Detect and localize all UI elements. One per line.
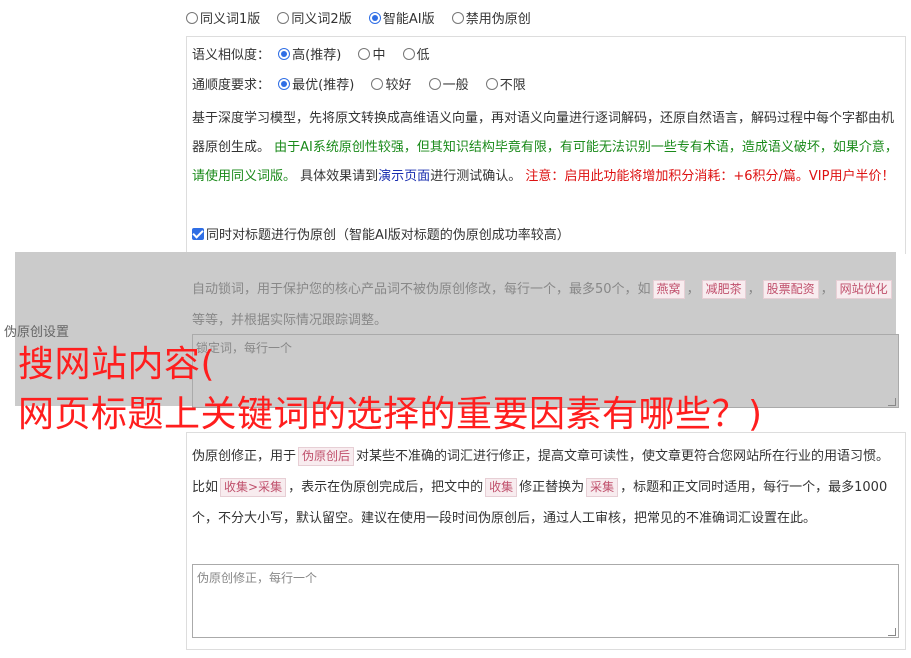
mode-option-synonym-1[interactable]: 同义词1版 bbox=[186, 10, 260, 30]
example-tag: 收集>采集 bbox=[220, 478, 287, 497]
similarity-row: 语义相似度： 高(推荐) 中 低 bbox=[192, 47, 443, 65]
radio-icon[interactable] bbox=[186, 12, 198, 24]
example-tag: 网站优化 bbox=[835, 280, 892, 299]
section-label: 伪原创设置 bbox=[4, 325, 70, 340]
radio-icon[interactable] bbox=[428, 78, 441, 90]
similarity-label: 语义相似度： bbox=[192, 48, 271, 63]
fluency-row: 通顺度要求： 最优(推荐) 较好 一般 不限 bbox=[192, 77, 539, 95]
radio-checked-icon[interactable] bbox=[278, 78, 291, 90]
correction-input[interactable] bbox=[192, 564, 899, 638]
fluency-option-good[interactable]: 较好 bbox=[371, 77, 411, 95]
resize-grip-icon[interactable] bbox=[888, 398, 896, 406]
demo-page-link[interactable]: 演示页面 bbox=[378, 169, 430, 184]
radio-icon[interactable] bbox=[358, 48, 371, 60]
overlay-title: 搜网站内容( 网页标题上关键词的选择的重要因素有哪些？) bbox=[18, 344, 763, 435]
mode-option-disable[interactable]: 禁用伪原创 bbox=[451, 10, 531, 30]
mode-option-synonym-2[interactable]: 同义词2版 bbox=[277, 10, 352, 30]
example-tag: 采集 bbox=[586, 478, 619, 497]
radio-icon[interactable] bbox=[277, 12, 290, 24]
radio-icon[interactable] bbox=[402, 48, 415, 60]
ai-description: 基于深度学习模型，先将原文转换成高维语义向量，再对语义向量进行逐词解码，还原自然… bbox=[192, 111, 898, 184]
similarity-option-medium[interactable]: 中 bbox=[358, 47, 385, 65]
similarity-option-high[interactable]: 高(推荐) bbox=[278, 47, 341, 65]
similarity-option-low[interactable]: 低 bbox=[402, 47, 430, 65]
example-tag: 燕窝 bbox=[652, 280, 685, 299]
mode-selector: 同义词1版 同义词2版 智能AI版 禁用伪原创 bbox=[186, 10, 544, 30]
example-tag: 收集 bbox=[485, 478, 518, 497]
title-checkbox-label: 同时对标题进行伪原创（智能AI版对标题的伪原创成功率较高） bbox=[206, 228, 570, 243]
fluency-label: 通顺度要求： bbox=[192, 78, 271, 93]
title-checkbox-row[interactable]: 同时对标题进行伪原创（智能AI版对标题的伪原创成功率较高） bbox=[192, 227, 570, 245]
example-tag: 伪原创后 bbox=[298, 447, 355, 466]
radio-checked-icon[interactable] bbox=[368, 12, 381, 24]
radio-icon[interactable] bbox=[485, 78, 498, 90]
fluency-option-best[interactable]: 最优(推荐) bbox=[278, 77, 354, 95]
example-tag: 减肥茶 bbox=[701, 280, 746, 299]
checkbox-checked-icon[interactable] bbox=[192, 228, 204, 240]
mode-option-ai[interactable]: 智能AI版 bbox=[368, 10, 435, 30]
credit-notice: 注意：启用此功能将增加积分消耗：+6积分/篇。VIP用户半价！ bbox=[525, 169, 895, 184]
resize-grip-icon[interactable] bbox=[888, 628, 896, 636]
radio-checked-icon[interactable] bbox=[278, 48, 291, 60]
fluency-option-any[interactable]: 不限 bbox=[485, 77, 526, 95]
fluency-option-normal[interactable]: 一般 bbox=[428, 77, 469, 95]
correction-description: 伪原创修正，用于 伪原创后 对某些不准确的词汇进行修正，提高文章可读性，使文章更符合… bbox=[192, 447, 890, 526]
radio-icon[interactable] bbox=[371, 78, 384, 90]
example-tag: 股票配资 bbox=[762, 280, 819, 299]
radio-icon[interactable] bbox=[451, 12, 464, 24]
lock-words-description: 自动锁词，用于保护您的核心产品词不被伪原创修改，每行一个，最多50个，如 燕窝，减… bbox=[192, 274, 898, 336]
